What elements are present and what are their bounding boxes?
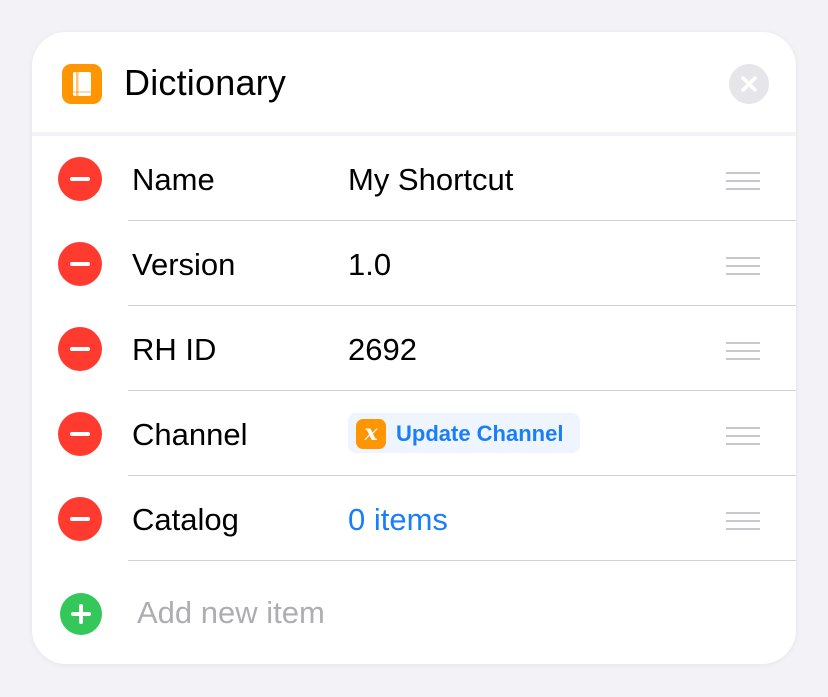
- reorder-handle-icon[interactable]: [726, 172, 760, 190]
- remove-item-button[interactable]: [58, 242, 102, 286]
- row-key[interactable]: RH ID: [132, 330, 216, 370]
- card-header: Dictionary: [32, 32, 796, 134]
- dictionary-row-channel: Channel x Update Channel: [32, 391, 796, 476]
- add-item-row[interactable]: Add new item: [32, 563, 796, 664]
- close-icon: [741, 76, 757, 92]
- dictionary-row-name: Name My Shortcut: [32, 136, 796, 221]
- reorder-handle-icon[interactable]: [726, 342, 760, 360]
- dictionary-card: Dictionary Name My Shortcut Version 1.0 …: [32, 32, 796, 664]
- add-item-placeholder[interactable]: Add new item: [137, 593, 325, 633]
- row-key[interactable]: Name: [132, 160, 215, 200]
- reorder-handle-icon[interactable]: [726, 512, 760, 530]
- remove-item-button[interactable]: [58, 412, 102, 456]
- add-item-button[interactable]: [60, 593, 102, 635]
- remove-item-button[interactable]: [58, 327, 102, 371]
- catalog-items-link[interactable]: 0 items: [348, 500, 448, 540]
- row-key[interactable]: Catalog: [132, 500, 239, 540]
- row-value[interactable]: 1.0: [348, 245, 391, 285]
- reorder-handle-icon[interactable]: [726, 427, 760, 445]
- dictionary-row-rh-id: RH ID 2692: [32, 306, 796, 391]
- remove-item-button[interactable]: [58, 497, 102, 541]
- variable-icon: x: [356, 419, 386, 449]
- variable-label: Update Channel: [396, 421, 564, 446]
- close-button[interactable]: [729, 64, 769, 104]
- card-title: Dictionary: [124, 62, 287, 103]
- variable-token[interactable]: x Update Channel: [348, 413, 580, 453]
- row-divider: [128, 560, 796, 561]
- row-key[interactable]: Version: [132, 245, 235, 285]
- remove-item-button[interactable]: [58, 157, 102, 201]
- book-icon: [62, 64, 102, 104]
- dictionary-row-catalog: Catalog 0 items: [32, 476, 796, 561]
- reorder-handle-icon[interactable]: [726, 257, 760, 275]
- dictionary-row-version: Version 1.0: [32, 221, 796, 306]
- row-value[interactable]: 2692: [348, 330, 417, 370]
- row-value[interactable]: My Shortcut: [348, 160, 513, 200]
- row-key[interactable]: Channel: [132, 415, 247, 455]
